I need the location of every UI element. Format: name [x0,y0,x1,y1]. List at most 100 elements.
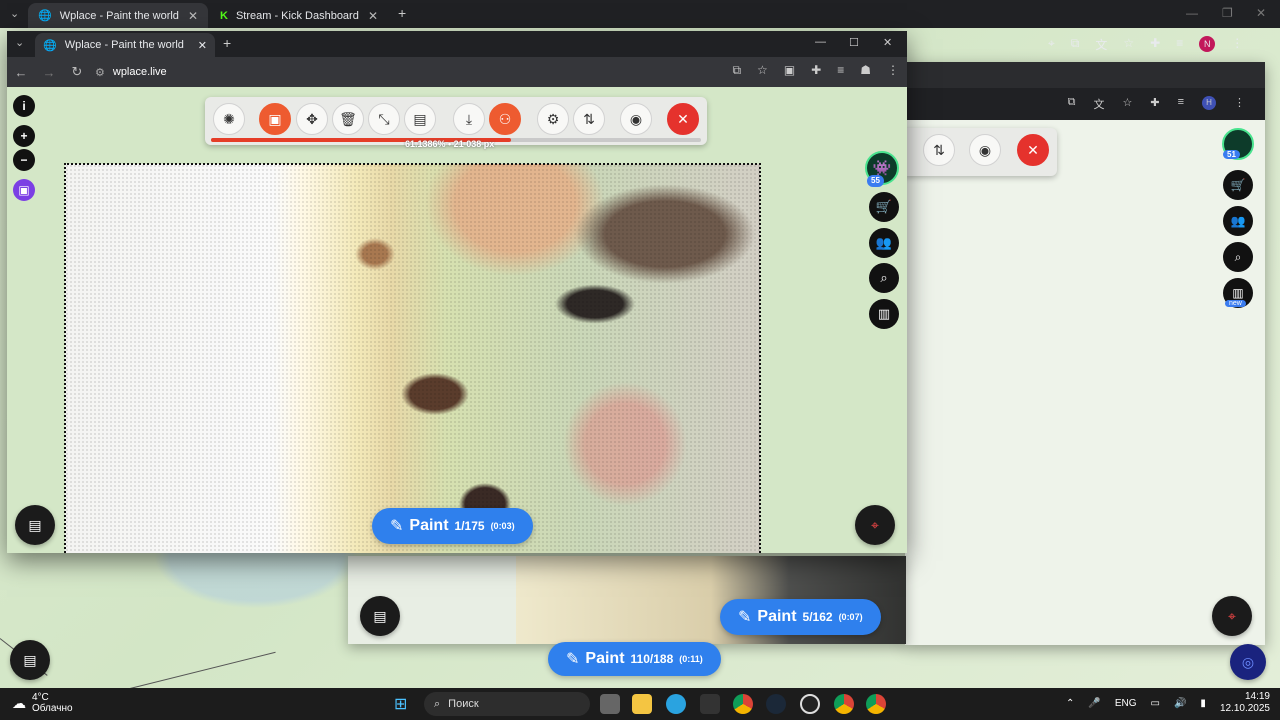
windows-start-icon[interactable]: ⊞ [394,694,407,714]
volume-icon[interactable]: 🔊 [1174,698,1186,709]
menu-icon[interactable]: ⋮ [887,63,899,78]
extension-badge-icon[interactable]: ▣ [784,63,795,78]
taskbar-search[interactable]: ⌕ Поиск [424,692,590,716]
resize-icon[interactable]: ⤡ [368,103,400,135]
weather-widget[interactable]: ☁ 4°C Облачно [12,692,73,714]
robot-icon[interactable]: ⚇ [489,103,521,135]
url-text[interactable]: wplace.live [113,66,167,78]
chrome-icon[interactable] [834,694,854,714]
media-icon[interactable]: ≡ [1176,36,1183,53]
cast-icon[interactable]: ⧉ [732,63,741,78]
language-indicator[interactable]: ENG [1115,698,1137,709]
close-tab-icon[interactable]: ✕ [198,39,207,52]
people-button[interactable]: 👥 [869,228,899,258]
translate-icon[interactable]: 文 [1095,36,1107,53]
download-icon[interactable]: ⤓ [453,103,485,135]
site-info-icon[interactable]: ⚙ [95,66,105,79]
forward-icon[interactable]: → [35,65,63,80]
menu-icon[interactable]: ⋮ [1231,36,1243,53]
tab-list-icon[interactable]: ⌄ [10,7,19,20]
front-tab-wplace[interactable]: 🌐 Wplace - Paint the world ✕ [35,33,215,57]
map-canvas[interactable]: ✺ ▣ ✥ 🗑 ⤡ ▤ ⤓ ⚇ ⚙ ⇅ ◉ ✕ 61.1386% • 21 03… [7,87,907,553]
zoom-out-button[interactable]: − [13,149,35,171]
cart-button[interactable]: 🛒 [869,192,899,222]
sort-icon[interactable]: ⇅ [923,134,955,166]
extensions-icon[interactable]: ✚ [1150,36,1160,53]
gear-icon[interactable]: ⚙ [537,103,569,135]
paint-button[interactable]: ✎ Paint 1/175 (0:03) [372,508,533,544]
info-button[interactable]: i [13,95,35,117]
mid-people-button[interactable]: 👥 [1223,206,1253,236]
back-icon[interactable]: ← [7,65,35,80]
star-icon[interactable]: ☆ [757,63,768,78]
copy-icon[interactable]: ▤ [404,103,436,135]
profile-avatar[interactable]: N [1199,36,1216,52]
mid-search-button[interactable]: ⌕ [1223,242,1253,272]
maximize-icon[interactable]: ❐ [1222,6,1233,20]
location-icon[interactable]: ⌖ [1048,36,1055,53]
new-tab-icon[interactable]: + [223,35,231,51]
tab-list-icon[interactable]: ⌄ [15,36,24,49]
steam-icon[interactable] [766,694,786,714]
close-icon[interactable]: ✕ [1017,134,1049,166]
close-icon[interactable]: ✕ [883,36,892,49]
star-icon[interactable]: ☆ [1123,36,1134,53]
move-icon[interactable]: ✥ [296,103,328,135]
extensions-icon[interactable]: ✚ [1150,96,1159,112]
app-icon[interactable] [700,694,720,714]
profile-avatar[interactable]: H [1202,96,1216,110]
mid-palette-button[interactable]: ▤ [360,596,400,636]
file-explorer-icon[interactable] [632,694,652,714]
battery-icon[interactable]: ▮ [1200,698,1206,709]
close-tab-icon[interactable]: ✕ [188,9,198,23]
cast-icon[interactable]: ⧉ [1068,96,1076,112]
palette-button[interactable]: ▤ [15,505,55,545]
twitch-button[interactable]: ▣ [13,179,35,201]
locate-button[interactable]: ⌖ [855,505,895,545]
translate-icon[interactable]: 文 [1093,96,1104,112]
zoom-in-button[interactable]: + [13,125,35,147]
reload-icon[interactable]: ↻ [63,64,91,80]
chrome-icon[interactable] [866,694,886,714]
outer-tab-wplace[interactable]: 🌐 Wplace - Paint the world ✕ [28,3,208,28]
maximize-icon[interactable]: ☐ [849,36,859,49]
close-icon[interactable]: ✕ [1256,6,1266,20]
star-icon[interactable]: ☆ [1122,96,1132,112]
back-locate-button[interactable]: ◎ [1230,644,1266,680]
network-icon[interactable]: ▭ [1151,698,1160,709]
leaderboard-button[interactable]: ▥ [869,299,899,329]
profile-icon[interactable]: ☗ [860,63,871,78]
paint-button-back[interactable]: ✎ Paint 110/188 (0:11) [548,642,721,676]
clock[interactable]: 14:19 12.10.2025 [1220,691,1270,715]
chevron-up-icon[interactable]: ⌃ [1066,698,1074,709]
paint-button-mid[interactable]: ✎ Paint 5/162 (0:07) [720,599,881,635]
media-icon[interactable]: ≡ [1178,96,1184,112]
trash-icon[interactable]: 🗑 [332,103,364,135]
microphone-icon[interactable]: 🎤 [1088,698,1100,709]
overlay-toolbar: ✺ ▣ ✥ 🗑 ⤡ ▤ ⤓ ⚇ ⚙ ⇅ ◉ ✕ 61.1386% • 21 03… [205,97,707,149]
discord-icon[interactable]: ◉ [620,103,652,135]
media-icon[interactable]: ≡ [837,63,844,78]
close-icon[interactable]: ✕ [667,103,699,135]
menu-icon[interactable]: ⋮ [1234,96,1245,112]
search-button[interactable]: ⌕ [869,263,899,293]
cast-icon[interactable]: ⧉ [1071,36,1080,53]
minimize-icon[interactable]: — [1186,6,1198,20]
task-view-icon[interactable] [600,694,620,714]
bug-icon[interactable]: ✺ [213,103,245,135]
mid-cart-button[interactable]: 🛒 [1223,170,1253,200]
new-tab-icon[interactable]: + [398,5,406,21]
omnibox[interactable]: ⚙ wplace.live [95,66,167,79]
chrome-icon[interactable] [733,694,753,714]
outer-tab-kick[interactable]: K Stream - Kick Dashboard ✕ [210,3,388,28]
close-tab-icon[interactable]: ✕ [368,9,378,23]
telegram-icon[interactable] [666,694,686,714]
discord-icon[interactable]: ◉ [969,134,1001,166]
minimize-icon[interactable]: — [815,36,826,48]
image-icon[interactable]: ▣ [259,103,291,135]
extensions-icon[interactable]: ✚ [811,63,821,78]
mid-locate-button[interactable]: ⌖ [1212,596,1252,636]
back-palette-button[interactable]: ▤ [10,640,50,680]
obs-icon[interactable] [800,694,820,714]
sort-icon[interactable]: ⇅ [573,103,605,135]
